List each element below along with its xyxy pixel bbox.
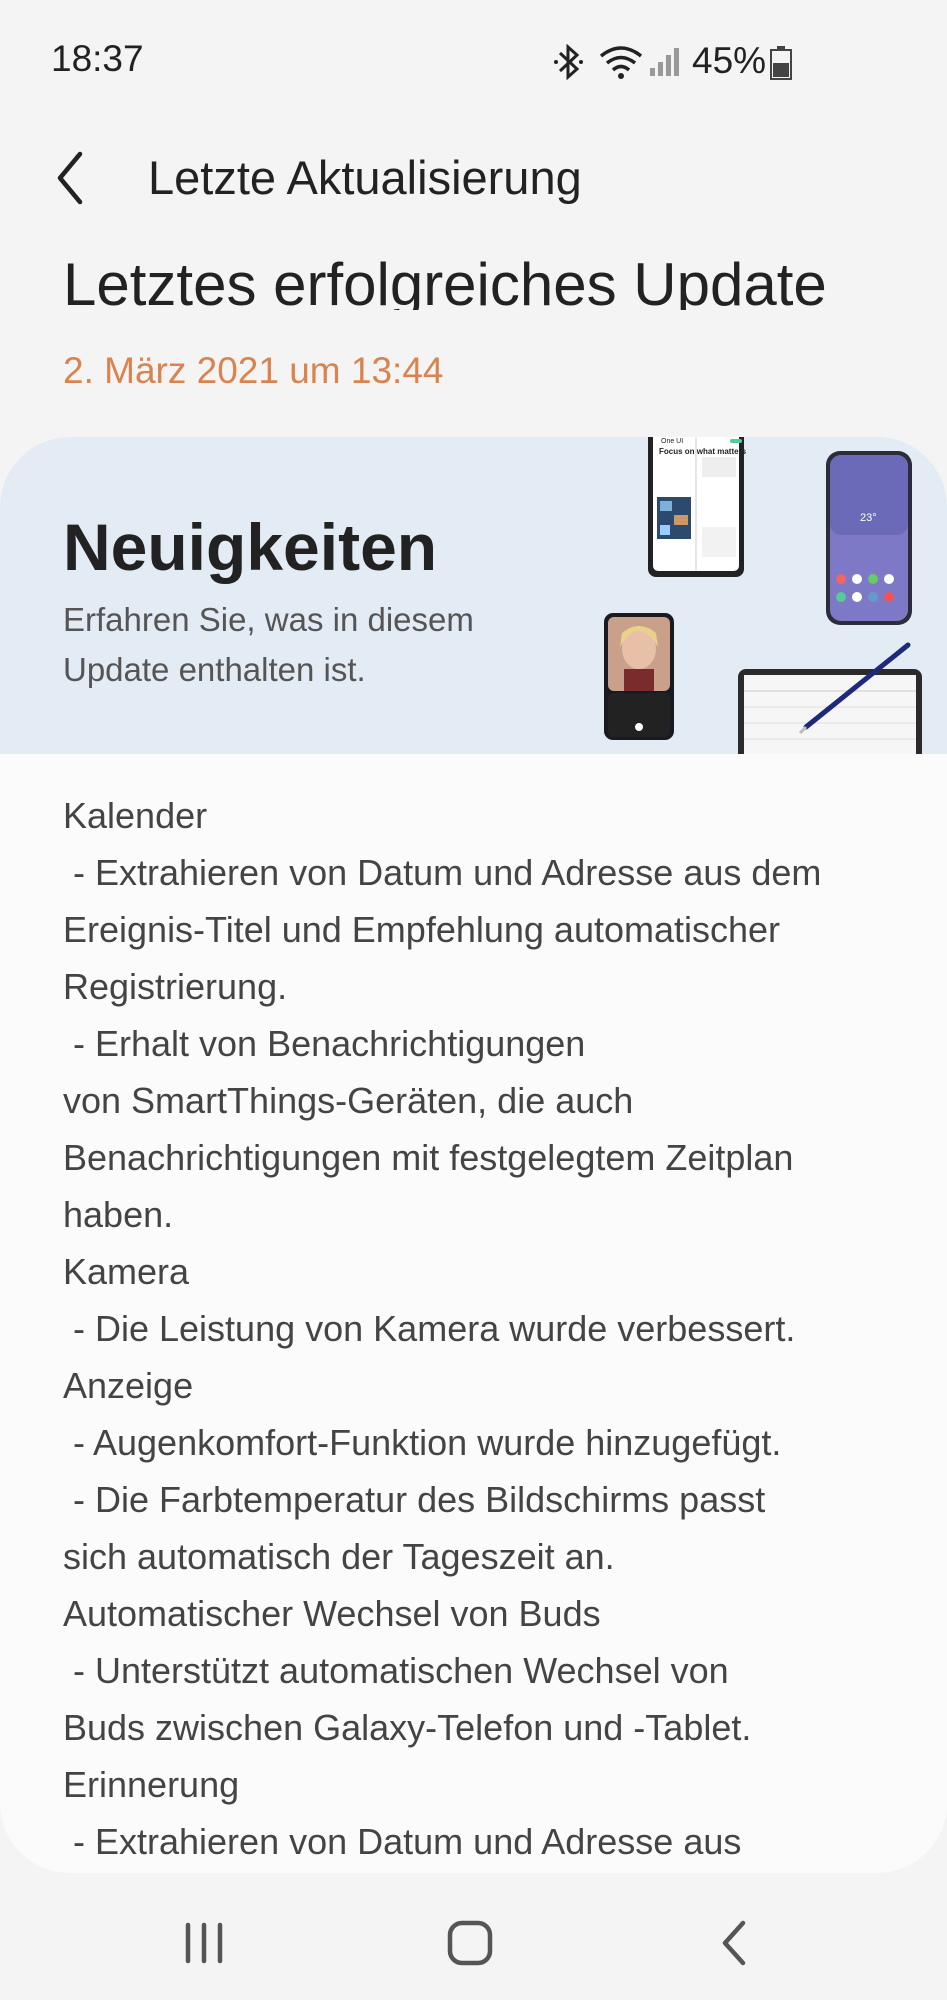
banner-subtitle: Erfahren Sie, was in diesem Update entha…	[63, 601, 474, 688]
recent-apps-icon	[185, 1922, 223, 1964]
changelog-line: - Die Leistung von Kamera wurde verbesse…	[63, 1308, 796, 1349]
page-title: Letzte Aktualisierung	[148, 151, 582, 204]
home-icon	[447, 1920, 493, 1966]
changelog-line: - Extrahieren von Datum und Adresse aus …	[63, 852, 822, 893]
bluetooth-icon	[552, 43, 586, 85]
whats-new-card: Neuigkeiten Erfahren Sie, was in diesem …	[0, 437, 947, 1873]
back-icon	[722, 1920, 746, 1966]
section-heading-container: Letztes erfolgreiches Update	[0, 230, 947, 310]
changelog-line: Buds zwischen Galaxy-Telefon und -Tablet…	[63, 1707, 752, 1748]
back-arrow-icon	[57, 151, 83, 205]
foldable-phone-image: One UI Focus on what matters	[648, 437, 747, 577]
flip-phone-image	[604, 613, 674, 740]
wifi-icon	[598, 44, 644, 85]
changelog-line: Kamera	[63, 1251, 190, 1292]
signal-icon	[648, 46, 682, 83]
status-bar: 18:37 45%	[0, 0, 947, 120]
changelog-line: - Unterstützt automatischen Wechsel von	[63, 1650, 729, 1691]
home-button[interactable]	[440, 1913, 500, 1973]
changelog-line: sich automatisch der Tageszeit an.	[63, 1536, 615, 1577]
changelog-line: Anzeige	[63, 1365, 194, 1406]
nav-back-button[interactable]	[705, 1913, 765, 1973]
devices-illustration: One UI Focus on what matters 23°	[604, 437, 922, 754]
back-button[interactable]	[48, 146, 98, 210]
changelog-line: - Augenkomfort-Funktion wurde hinzugefüg…	[63, 1422, 782, 1463]
phone-image: 23°	[826, 451, 912, 625]
whats-new-banner: Neuigkeiten Erfahren Sie, was in diesem …	[0, 437, 947, 754]
changelog-line: Benachrichtigungen mit festgelegtem Zeit…	[63, 1137, 794, 1178]
illustration-text-3: 23°	[860, 512, 877, 524]
changelog-line: Automatischer Wechsel von Buds	[63, 1593, 601, 1634]
navigation-bar	[0, 1873, 947, 2000]
update-date: 2. März 2021 um 13:44	[63, 350, 444, 391]
changelog-line: Kalender	[63, 795, 208, 836]
changelog-line: Registrierung.	[63, 966, 288, 1007]
illustration-text-1: One UI	[661, 438, 683, 445]
app-bar: Letzte Aktualisierung	[0, 130, 947, 230]
illustration-text-2: Focus on what matters	[659, 447, 747, 456]
status-time: 18:37	[51, 38, 144, 79]
changelog-line: - Erhalt von Benachrichtigungen	[63, 1023, 586, 1064]
changelog-line: - Extrahieren von Datum und Adresse aus	[63, 1821, 742, 1862]
battery-icon	[770, 46, 792, 85]
changelog-line: von SmartThings-Geräten, die auch	[63, 1080, 634, 1121]
changelog-line: Erinnerung	[63, 1764, 240, 1805]
recent-apps-button[interactable]	[174, 1913, 234, 1973]
battery-percent: 45%	[692, 40, 767, 81]
changelog-line: - Die Farbtemperatur des Bildschirms pas…	[63, 1479, 766, 1520]
changelog: Kalender - Extrahieren von Datum und Adr…	[63, 787, 913, 1870]
changelog-line: haben.	[63, 1194, 174, 1235]
section-heading: Letztes erfolgreiches Update	[63, 251, 827, 310]
changelog-line: Ereignis-Titel und Empfehlung automatisc…	[63, 909, 781, 950]
tablet-image	[738, 669, 922, 754]
banner-title: Neuigkeiten	[63, 510, 438, 584]
